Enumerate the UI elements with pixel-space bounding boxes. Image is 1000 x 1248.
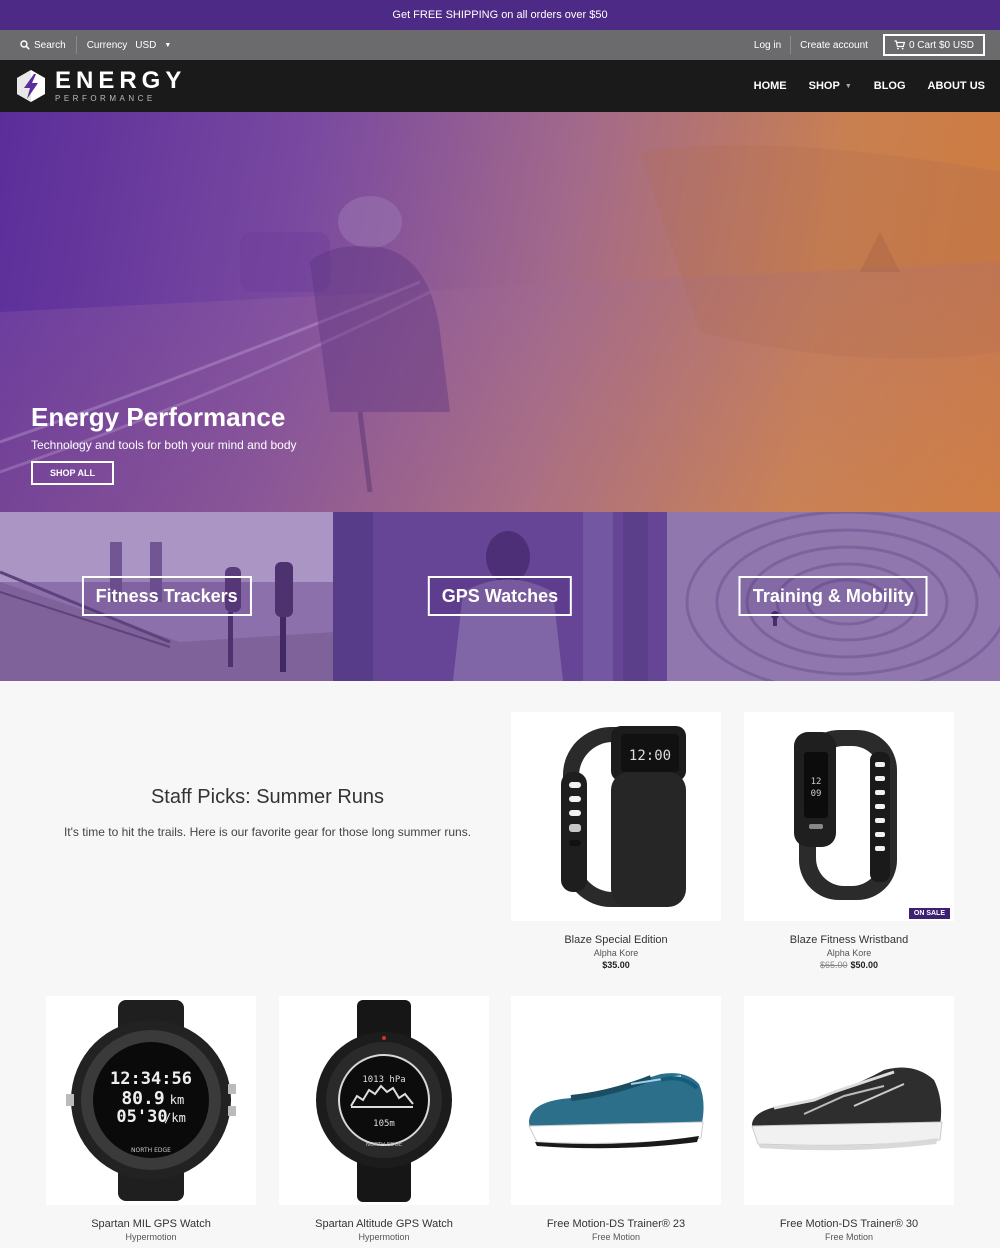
currency-label: Currency (86, 39, 128, 51)
product-price: $65.00 $50.00 (744, 960, 954, 970)
product-name[interactable]: Blaze Special Edition (511, 934, 721, 946)
watch-bezel-brand: NORTH EDGE (131, 1147, 171, 1154)
utility-left: Search Currency USD ▼ (20, 36, 171, 54)
collection-tile-gps-watches[interactable]: GPS Watches (333, 512, 667, 681)
currency-selector[interactable]: Currency USD ▼ (77, 40, 172, 51)
nav-home[interactable]: HOME (754, 80, 787, 92)
product-card[interactable]: Free Motion-DS Trainer® 30 Free Motion (744, 996, 954, 1242)
logo[interactable]: ENERGY PERFORMANCE (16, 69, 186, 103)
gray-running-shoe-image (751, 1067, 943, 1151)
product-image[interactable] (744, 996, 954, 1205)
watch-altitude: 105m (373, 1119, 395, 1129)
product-name[interactable]: Free Motion-DS Trainer® 23 (511, 1218, 721, 1230)
product-name[interactable]: Spartan MIL GPS Watch (46, 1218, 256, 1230)
collection-label: Training & Mobility (738, 576, 928, 616)
product-image[interactable]: 12 09 ON SALE (744, 712, 954, 921)
product-vendor: Hypermotion (358, 1232, 410, 1242)
hero-title: Energy Performance (31, 402, 286, 432)
sale-badge: ON SALE (908, 908, 950, 919)
product-card[interactable]: 12:00 Blaze Special Edition Alpha Kore $… (511, 712, 721, 970)
watch-pressure: 1013 hPa (362, 1075, 405, 1085)
wristband-screen-minutes: 09 (811, 789, 822, 799)
product-price: $35.00 (602, 960, 630, 970)
nav-blog[interactable]: BLOG (874, 80, 906, 92)
product-vendor: Free Motion (591, 1232, 641, 1242)
collection-tiles: Fitness Trackers GPS Watches Training & … (0, 512, 1000, 681)
product-vendor: Alpha Kore (826, 948, 872, 958)
watch-pace-unit: /km (164, 1111, 186, 1125)
logo-text: ENERGY PERFORMANCE (55, 69, 186, 103)
product-image[interactable]: 12:34:56 80.9 km 05'30 /km NORTH EDGE (46, 996, 256, 1205)
sale-price: $50.00 (850, 960, 879, 970)
lightning-hexagon-icon (17, 70, 45, 102)
watch-distance: 80.9 (121, 1088, 164, 1109)
product-card[interactable]: 12:34:56 80.9 km 05'30 /km NORTH EDGE Sp… (46, 996, 256, 1242)
compare-at-price: $65.00 (819, 960, 848, 970)
product-vendor: Alpha Kore (593, 948, 639, 958)
nav-shop[interactable]: SHOP ▼ (809, 80, 852, 92)
watch-pace: 05'30 (116, 1107, 167, 1127)
hero-content: Energy Performance Technology and tools … (31, 402, 297, 485)
staff-picks-intro: Staff Picks: Summer Runs It's time to hi… (45, 786, 490, 839)
search-link[interactable]: Search (20, 36, 77, 54)
utility-bar: Search Currency USD ▼ Log in Create acco… (0, 30, 1000, 60)
product-image[interactable]: 12:00 (511, 712, 721, 921)
wristband-screen-hours: 12 (811, 777, 822, 787)
collection-tile-training-mobility[interactable]: Training & Mobility (666, 512, 1000, 681)
announcement-bar: Get FREE SHIPPING on all orders over $50 (0, 0, 1000, 30)
band-screen-time: 12:00 (629, 748, 671, 764)
brand-tagline: PERFORMANCE (55, 94, 156, 103)
gps-watch-image: 12:34:56 80.9 km 05'30 /km NORTH EDGE (66, 1000, 236, 1201)
hero-subtitle: Technology and tools for both your mind … (31, 438, 297, 452)
product-card[interactable]: Free Motion-DS Trainer® 23 Free Motion (511, 996, 721, 1242)
staff-picks-description: It's time to hit the trails. Here is our… (63, 825, 472, 839)
search-label: Search (34, 39, 66, 51)
brand-name: ENERGY (55, 67, 187, 94)
product-name[interactable]: Blaze Fitness Wristband (744, 934, 954, 946)
chevron-down-icon: ▼ (844, 82, 852, 90)
product-image[interactable]: 1013 hPa 105m NORTH EDGE (279, 996, 489, 1205)
product-vendor: Hypermotion (125, 1232, 177, 1242)
product-image[interactable] (511, 996, 721, 1205)
chevron-down-icon: ▼ (164, 41, 172, 49)
collection-label: Fitness Trackers (81, 576, 252, 616)
cart-icon (894, 40, 905, 50)
nav-shop-label: SHOP (808, 80, 840, 92)
product-vendor: Free Motion (824, 1232, 874, 1242)
utility-right: Log in Create account 0 Cart $0 USD (745, 34, 985, 56)
announcement-text: Get FREE SHIPPING on all orders over $50 (392, 9, 608, 21)
fitness-band-image: 12:00 (561, 726, 686, 907)
watch-time: 12:34:56 (110, 1069, 192, 1089)
hero-banner: Energy Performance Technology and tools … (0, 112, 1000, 512)
nav-about-us[interactable]: ABOUT US (928, 80, 985, 92)
search-icon (20, 40, 30, 50)
product-name[interactable]: Free Motion-DS Trainer® 30 (744, 1218, 954, 1230)
blue-running-shoe-image (528, 1073, 704, 1149)
main-nav: HOME SHOP ▼ BLOG ABOUT US (732, 80, 985, 92)
altitude-watch-image: 1013 hPa 105m NORTH EDGE (316, 1000, 452, 1202)
staff-picks-section: Staff Picks: Summer Runs It's time to hi… (0, 681, 1000, 1248)
currency-value: USD (135, 39, 157, 51)
product-card[interactable]: 12 09 ON SALE Blaze Fitness Wristband Al… (744, 712, 954, 970)
login-link[interactable]: Log in (745, 36, 790, 54)
collection-tile-fitness-trackers[interactable]: Fitness Trackers (0, 512, 334, 681)
product-card[interactable]: 1013 hPa 105m NORTH EDGE Spartan Altitud… (279, 996, 489, 1242)
fitness-wristband-image: 12 09 (794, 730, 897, 900)
watch-distance-unit: km (170, 1093, 184, 1107)
product-name[interactable]: Spartan Altitude GPS Watch (279, 1218, 489, 1230)
site-header: ENERGY PERFORMANCE HOME SHOP ▼ BLOG ABOU… (0, 60, 1000, 112)
watch-bezel-brand: NORTH EDGE (366, 1142, 403, 1148)
cart-label: 0 Cart $0 USD (908, 39, 974, 51)
collection-label: GPS Watches (427, 576, 573, 616)
shop-all-button[interactable]: SHOP ALL (31, 461, 114, 485)
staff-picks-title: Staff Picks: Summer Runs (150, 786, 385, 808)
cart-button[interactable]: 0 Cart $0 USD (882, 34, 985, 56)
create-account-link[interactable]: Create account (790, 36, 877, 54)
